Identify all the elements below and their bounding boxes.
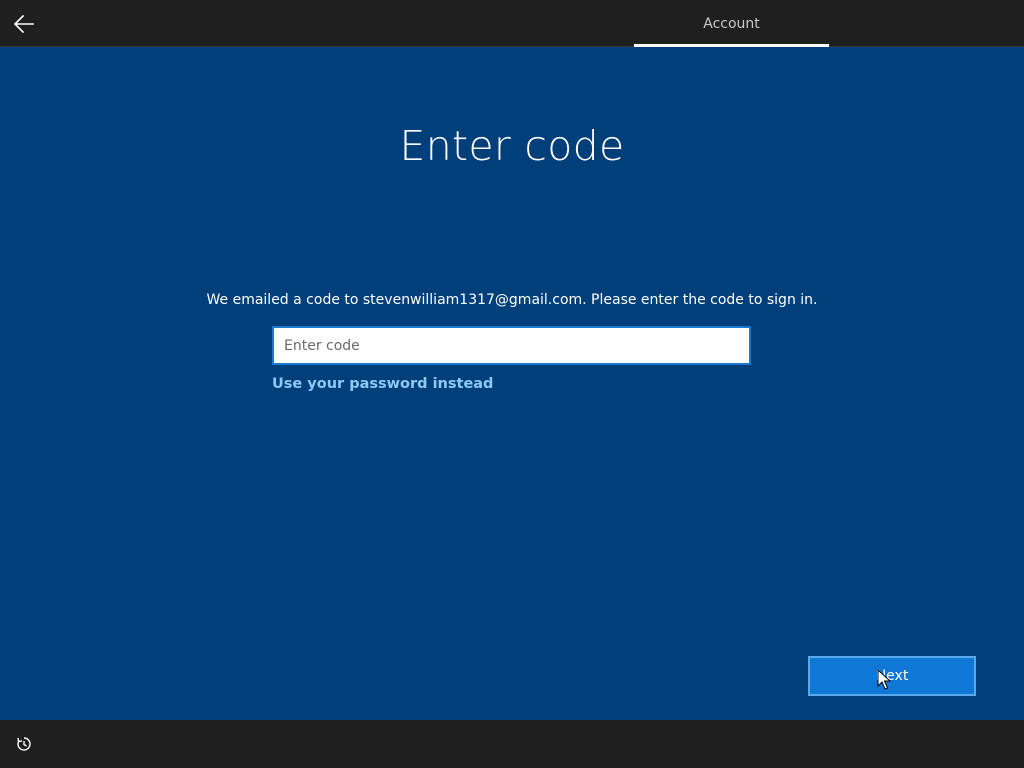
back-arrow-icon (14, 15, 34, 33)
top-bar: Account (0, 0, 1024, 47)
use-password-link[interactable]: Use your password instead (272, 376, 493, 392)
ease-of-access-button[interactable] (12, 732, 36, 756)
bottom-bar (0, 720, 1024, 768)
back-button[interactable] (8, 8, 40, 40)
setup-screen: Account Enter code We emailed a code to … (0, 0, 1024, 768)
next-button-label: Next (875, 668, 909, 684)
code-input[interactable] (272, 326, 751, 365)
next-button[interactable]: Next (808, 656, 976, 696)
tab-account[interactable]: Account (634, 0, 829, 47)
page-title: Enter code (399, 122, 625, 170)
ease-of-access-icon (17, 737, 31, 751)
instruction-text: We emailed a code to stevenwilliam1317@g… (206, 292, 818, 308)
tab-active-indicator (634, 44, 829, 47)
